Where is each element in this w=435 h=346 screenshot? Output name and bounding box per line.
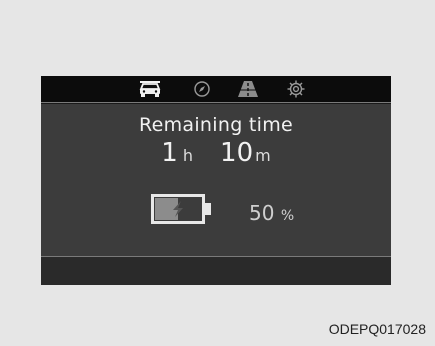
tab-settings[interactable]	[283, 79, 309, 99]
minutes-value: 10	[220, 138, 254, 168]
road-icon	[237, 80, 259, 98]
settings-icon	[286, 79, 306, 99]
compass-icon	[193, 80, 211, 98]
tab-car[interactable]	[137, 79, 163, 99]
remaining-time-title: Remaining time	[138, 114, 294, 136]
state-of-charge: 50 %	[249, 201, 294, 225]
soc-unit: %	[280, 208, 295, 224]
tab-bar	[41, 76, 391, 102]
hours-unit: h	[182, 146, 193, 165]
minutes-unit: m	[255, 146, 271, 165]
hours-value: 1	[161, 138, 178, 168]
remaining-time-view: Remaining time 1h 10 m 50 %	[41, 104, 391, 256]
tab-navigation[interactable]	[189, 79, 215, 99]
battery-icon	[151, 194, 213, 224]
car-icon	[138, 80, 162, 98]
image-code: ODEPQ017028	[328, 321, 426, 337]
soc-value: 50	[249, 201, 275, 225]
tab-road[interactable]	[235, 79, 261, 99]
remaining-time-value: 1h 10 m	[41, 138, 391, 168]
bottom-bar	[41, 257, 391, 285]
top-divider	[41, 102, 391, 103]
cluster-display: Remaining time 1h 10 m 50 %	[41, 76, 391, 285]
